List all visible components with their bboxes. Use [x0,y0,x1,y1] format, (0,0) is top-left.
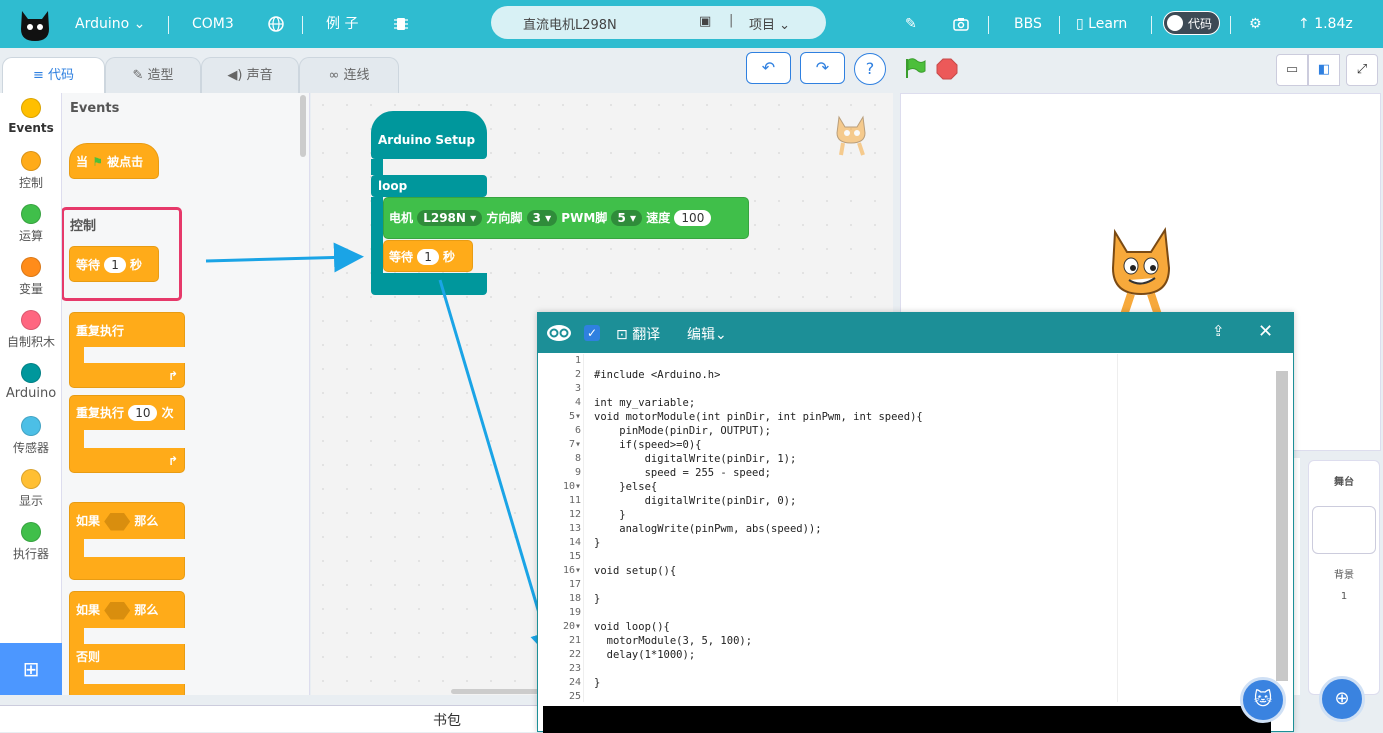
code-line: #include <Arduino.h> [594,369,721,381]
code-window: ✓ ⊡ 翻译 编辑⌄ ⇪ ✕ 1 2 3 4 5▾ 6 7▾ 8 9 10▾ 11 1… [537,312,1294,733]
line-number: 16▾ [562,565,581,576]
code-line: void motorModule(int pinDir, int pinPwm,… [594,411,923,423]
line-number: 6 [574,425,581,436]
backpack-bar[interactable]: 书包 [0,705,540,732]
line-number: 1 [574,355,581,366]
code-line: if(speed>=0){ [594,439,702,451]
code-line: delay(1*1000); [594,649,696,661]
code-line: speed = 255 - speed; [594,467,772,479]
line-number: 5▾ [568,411,581,422]
terminal-panel [543,706,1271,733]
line-numbers: 1 2 3 4 5▾ 6 7▾ 8 9 10▾ 11 12 13 14 15 16▾ 1… [543,354,584,702]
line-number: 3 [574,383,581,394]
line-number: 23 [568,663,581,674]
line-number: 13 [568,523,581,534]
arduino-logo-icon [546,324,572,346]
line-number: 10▾ [562,481,581,492]
code-line: digitalWrite(pinDir, 0); [594,495,797,507]
line-number: 22 [568,649,581,660]
line-number: 21 [568,635,581,646]
code-line: void setup(){ [594,565,677,577]
line-number: 20▾ [562,621,581,632]
ai-assistant-button[interactable]: 🐱 [1240,677,1286,723]
code-line: pinMode(pinDir, OUTPUT); [594,425,772,437]
upload-icon[interactable]: ⇪ [1212,322,1225,340]
line-number: 25 [568,691,581,702]
add-sprite-button[interactable]: ⊕ [1319,676,1365,722]
line-number: 2 [574,369,581,380]
line-number: 14 [568,537,581,548]
terminal-icon: ⊡ [616,327,628,343]
line-number: 24 [568,677,581,688]
line-number: 19 [568,607,581,618]
code-line: } [594,677,601,689]
translate-button[interactable]: ⊡ 翻译 [616,324,660,344]
code-line: } [594,593,601,605]
code-line: } [594,509,626,521]
code-line: analogWrite(pinPwm, abs(speed)); [594,523,822,535]
code-line: int my_variable; [594,397,696,409]
line-number: 11 [568,495,581,506]
line-number: 17 [568,579,581,590]
line-number: 9 [574,467,581,478]
line-number: 8 [574,453,581,464]
edit-menu[interactable]: 编辑⌄ [687,324,727,344]
line-number: 15 [568,551,581,562]
checkbox[interactable]: ✓ [584,325,600,341]
code-line: } [594,537,601,549]
line-number: 7▾ [568,439,581,450]
stage-thumbnail[interactable] [1312,506,1376,554]
code-window-header: ✓ ⊡ 翻译 编辑⌄ ⇪ ✕ [538,313,1293,353]
close-icon[interactable]: ✕ [1258,321,1273,342]
code-line: void loop(){ [594,621,670,633]
code-line: motorModule(3, 5, 100); [594,635,753,647]
line-number: 18 [568,593,581,604]
code-line: digitalWrite(pinDir, 1); [594,453,797,465]
line-number: 4 [574,397,581,408]
code-line: }else{ [594,481,658,493]
code-scrollbar[interactable] [1276,371,1288,681]
line-number: 12 [568,509,581,520]
stage-selector[interactable]: 舞台 背景 1 [1308,460,1380,695]
